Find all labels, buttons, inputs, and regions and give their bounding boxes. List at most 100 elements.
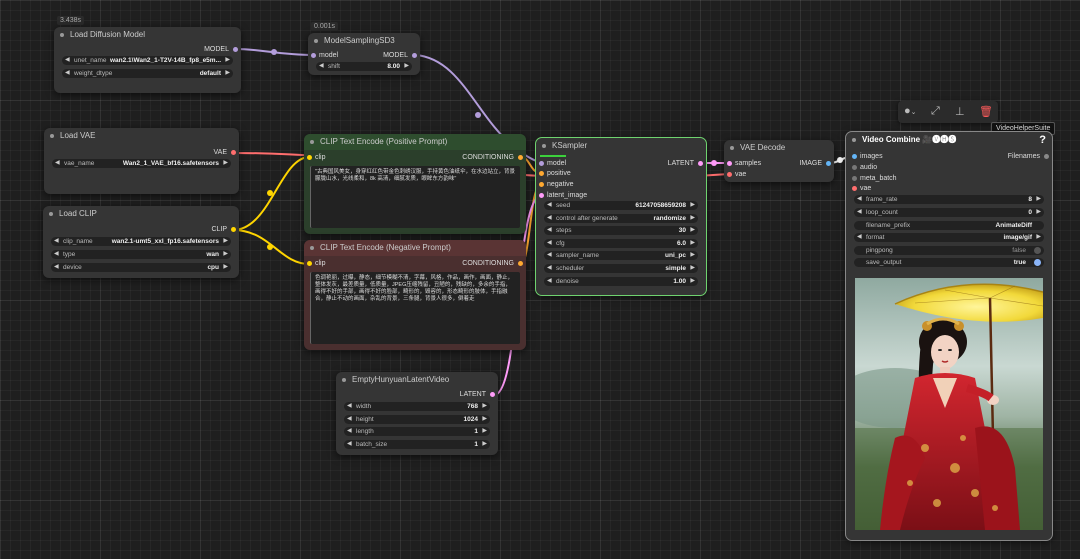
widget-filename-prefix[interactable]: filename_prefix AnimateDiff <box>854 221 1044 230</box>
wire-clip-neg <box>232 229 310 265</box>
node-vae-decode[interactable]: VAE Decode samples vae IMAGE <box>724 140 834 182</box>
widget-weight-dtype[interactable]: ◀ weight_dtype default ▶ <box>62 69 233 78</box>
output-conditioning-dot[interactable] <box>518 155 523 160</box>
input-images-dot[interactable] <box>852 154 857 159</box>
output-clip-label: CLIP <box>211 226 227 233</box>
reroute-dot[interactable] <box>475 112 481 118</box>
widget-loop-count[interactable]: ◀ loop_count 0 ▶ <box>854 208 1044 217</box>
node-load-vae[interactable]: Load VAE VAE ◀ vae_name Wan2_1_VAE_bf16.sa… <box>44 128 239 194</box>
node-load-clip[interactable]: Load CLIP CLIP ◀ clip_name wan2.1-umt5_xxl… <box>43 206 239 278</box>
input-clip-dot[interactable] <box>307 155 312 160</box>
color-circle-icon[interactable]: ●⌄ <box>904 105 917 117</box>
widget-width[interactable]: ◀ width 768 ▶ <box>344 402 490 411</box>
input-meta-batch-label: meta_batch <box>860 175 897 182</box>
input-model-dot[interactable] <box>311 53 316 58</box>
timing-badge: 0.001s <box>311 22 339 31</box>
wire-clip-pos <box>232 156 310 231</box>
widget-height[interactable]: ◀ height 1024 ▶ <box>344 415 490 424</box>
widget-clip-name[interactable]: ◀ clip_name wan2.1-umt5_xxl_fp16.safetenso… <box>51 237 231 246</box>
widget-device[interactable]: ◀ device cpu ▶ <box>51 263 231 272</box>
input-negative-dot[interactable] <box>539 182 544 187</box>
node-clip-text-encode-negative[interactable]: CLIP Text Encode (Negative Prompt) clip … <box>304 240 526 350</box>
trash-icon[interactable]: 🗑 <box>979 105 993 118</box>
positive-prompt-textarea[interactable]: "古典国风美女，身穿红红色带金色刺绣汉服，手持黄色油纸伞，在水边站立，背景朦胧山… <box>310 166 520 228</box>
input-model-dot[interactable] <box>539 161 544 166</box>
widget-batch-size[interactable]: ◀ batch_size 1 ▶ <box>344 440 490 449</box>
widget-sampler-name[interactable]: ◀ sampler_name uni_pc ▶ <box>544 251 698 260</box>
widget-denoise[interactable]: ◀ denoise 1.00 ▶ <box>544 277 698 286</box>
widget-control-after-generate[interactable]: ◀ control after generate randomize ▶ <box>544 214 698 223</box>
input-images-label: images <box>860 153 883 160</box>
node-load-diffusion-model[interactable]: Load Diffusion Model MODEL ◀ unet_name wan… <box>54 27 241 93</box>
progress-bar <box>540 155 566 157</box>
output-conditioning-label: CONDITIONING <box>462 260 514 267</box>
node-title[interactable]: VAE Decode <box>724 140 834 156</box>
wire-model-1 <box>235 48 314 56</box>
output-latent-dot[interactable] <box>490 392 495 397</box>
input-audio-dot[interactable] <box>852 165 857 170</box>
output-latent-label: LATENT <box>459 391 486 398</box>
widget-save-output[interactable]: save_output true <box>854 258 1044 267</box>
input-positive-dot[interactable] <box>539 171 544 176</box>
output-conditioning-dot[interactable] <box>518 261 523 266</box>
output-model-dot[interactable] <box>412 53 417 58</box>
widget-frame-rate[interactable]: ◀ frame_rate 8 ▶ <box>854 195 1044 204</box>
help-icon[interactable]: ? <box>1039 134 1046 146</box>
output-image-dot[interactable] <box>826 161 831 166</box>
preview-illustration <box>855 283 1043 530</box>
output-model-label: MODEL <box>383 52 408 59</box>
widget-type[interactable]: ◀ type wan ▶ <box>51 250 231 259</box>
input-latent-label: latent_image <box>547 192 588 199</box>
node-title[interactable]: Load Diffusion Model <box>54 27 241 43</box>
node-empty-hunyuan-latent-video[interactable]: EmptyHunyuanLatentVideo LATENT ◀ width 768… <box>336 372 498 455</box>
reroute-dot[interactable] <box>837 157 843 163</box>
node-title[interactable]: KSampler <box>536 138 706 154</box>
output-vae-dot[interactable] <box>231 150 236 155</box>
node-title[interactable]: CLIP Text Encode (Positive Prompt) <box>304 134 526 150</box>
widget-pingpong[interactable]: pingpong false <box>854 246 1044 255</box>
widget-steps[interactable]: ◀ steps 30 ▶ <box>544 226 698 235</box>
input-latent-dot[interactable] <box>539 193 544 198</box>
widget-shift[interactable]: ◀ shift 8.00 ▶ <box>316 62 412 71</box>
node-title[interactable]: Load CLIP <box>43 206 239 222</box>
reroute-dot[interactable] <box>711 160 717 166</box>
widget-vae-name[interactable]: ◀ vae_name Wan2_1_VAE_bf16.safetensors ▶ <box>52 159 231 168</box>
output-model-label: MODEL <box>204 46 229 53</box>
input-model-label: model <box>547 160 567 167</box>
input-samples-label: samples <box>735 160 762 167</box>
reroute-dot[interactable] <box>267 244 273 250</box>
reroute-dot[interactable] <box>267 190 273 196</box>
output-image-label: IMAGE <box>799 160 822 167</box>
output-filenames-dot[interactable] <box>1044 154 1049 159</box>
bypass-icon[interactable]: ⤢ <box>931 105 940 118</box>
widget-cfg[interactable]: ◀ cfg 6.0 ▶ <box>544 239 698 248</box>
node-title[interactable]: ModelSamplingSD3 <box>308 33 420 49</box>
negative-prompt-textarea[interactable]: 色调艳丽，过曝，静态，细节模糊不清，字幕，风格，作品，画作，画面，静止，整体发灰… <box>310 272 520 344</box>
output-conditioning-label: CONDITIONING <box>462 154 514 161</box>
node-video-combine[interactable]: Video Combine 🎥🅥🅗🅢 ? images audio meta_b… <box>845 131 1053 541</box>
output-model-dot[interactable] <box>233 47 238 52</box>
node-model-sampling-sd3[interactable]: ModelSamplingSD3 model MODEL ◀ shift 8.00 ▶ <box>308 33 420 75</box>
node-title[interactable]: EmptyHunyuanLatentVideo <box>336 372 498 388</box>
node-ksampler[interactable]: KSampler model positive negative latent_… <box>535 137 707 296</box>
input-positive-label: positive <box>547 170 571 177</box>
widget-scheduler[interactable]: ◀ scheduler simple ▶ <box>544 264 698 273</box>
input-vae-dot[interactable] <box>727 172 732 177</box>
input-samples-dot[interactable] <box>727 161 732 166</box>
reroute-dot[interactable] <box>271 49 277 55</box>
input-meta-batch-dot[interactable] <box>852 176 857 181</box>
input-vae-dot[interactable] <box>852 186 857 191</box>
node-title[interactable]: Video Combine 🎥🅥🅗🅢 <box>846 132 1052 148</box>
widget-seed[interactable]: ◀ seed 61247058659208 ▶ <box>544 201 698 210</box>
widget-unet-name[interactable]: ◀ unet_name wan2.1\Wan2_1-T2V-14B_fp8_e5m.… <box>62 56 233 65</box>
pin-icon[interactable]: ⊥ <box>955 105 965 118</box>
node-title[interactable]: CLIP Text Encode (Negative Prompt) <box>304 240 526 256</box>
node-clip-text-encode-positive[interactable]: CLIP Text Encode (Positive Prompt) clip … <box>304 134 526 234</box>
input-audio-label: audio <box>860 164 878 171</box>
input-clip-dot[interactable] <box>307 261 312 266</box>
node-title[interactable]: Load VAE <box>44 128 239 144</box>
widget-length[interactable]: ◀ length 1 ▶ <box>344 427 490 436</box>
output-latent-dot[interactable] <box>698 161 703 166</box>
widget-format[interactable]: ◀ format image/gif ▶ <box>854 233 1044 242</box>
output-clip-dot[interactable] <box>231 227 236 232</box>
